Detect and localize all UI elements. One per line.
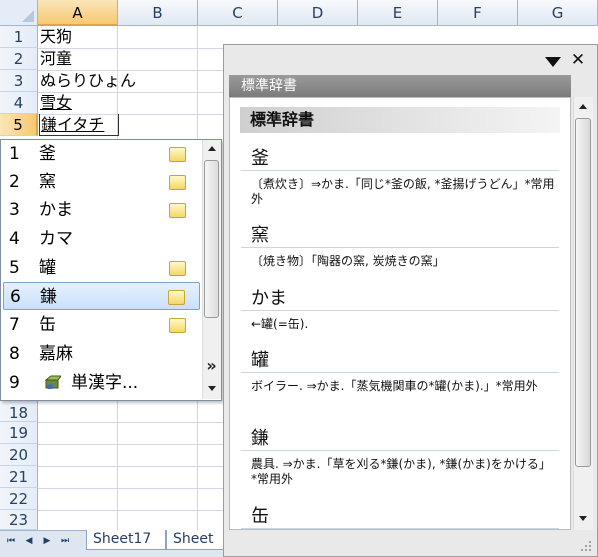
cell-a1[interactable]: 天狗 xyxy=(39,26,72,48)
row-header-19[interactable]: 19 xyxy=(0,422,38,444)
entry-definition: ←罐(=缶). xyxy=(251,317,309,331)
first-sheet-icon[interactable]: ⏮ xyxy=(4,534,18,548)
candidate-text: 嘉麻 xyxy=(39,344,73,364)
candidate-item-9[interactable]: 9 単漢字... xyxy=(3,369,200,397)
column-header-a[interactable]: A xyxy=(38,0,118,26)
candidate-item-2[interactable]: 2 窯 xyxy=(3,168,200,196)
candidate-text: 罐 xyxy=(39,258,56,278)
row-header-5[interactable]: 5 xyxy=(0,114,38,136)
candidate-text: 単漢字... xyxy=(71,373,139,393)
dictionary-heading: 標準辞書 xyxy=(240,107,560,133)
entry-definition: 農具. ⇒かま.「草を刈る*鎌(かま), *鎌(かま)をかける」*常用外 xyxy=(251,457,551,486)
candidate-number: 7 xyxy=(9,315,20,335)
candidate-number: 8 xyxy=(9,344,20,364)
entry-word: 窯 xyxy=(251,225,269,246)
entry-definition: 〔焼き物〕「陶器の窯, 炭焼きの窯」 xyxy=(251,254,445,268)
candidate-item-8[interactable]: 8 嘉麻 xyxy=(3,340,200,368)
row-header-21[interactable]: 21 xyxy=(0,466,38,488)
column-header-d[interactable]: D xyxy=(278,0,358,26)
memo-icon[interactable] xyxy=(169,147,186,162)
next-sheet-icon[interactable]: ▶ xyxy=(40,534,54,548)
select-all-corner[interactable] xyxy=(0,0,38,26)
scroll-up-icon[interactable] xyxy=(579,104,587,109)
entry-word: 罐 xyxy=(251,350,269,371)
candidate-item-6-selected[interactable]: 6 鎌 xyxy=(3,282,200,310)
column-header-e[interactable]: E xyxy=(358,0,438,26)
candidate-number: 9 xyxy=(9,373,20,393)
resize-grip-icon[interactable] xyxy=(578,540,592,552)
last-sheet-icon[interactable]: ⏭ xyxy=(58,534,72,548)
candidate-text: カマ xyxy=(39,229,73,249)
candidate-item-5[interactable]: 5 罐 xyxy=(3,254,200,282)
prev-sheet-icon[interactable]: ◀ xyxy=(22,534,36,548)
expand-candidates-icon[interactable]: » xyxy=(202,356,221,376)
candidate-text: 鎌 xyxy=(40,287,57,307)
column-header-b[interactable]: B xyxy=(118,0,198,26)
candidate-number: 1 xyxy=(9,144,20,164)
memo-icon[interactable] xyxy=(169,203,186,218)
cell-a3[interactable]: ぬらりひょん xyxy=(39,70,136,92)
candidate-item-3[interactable]: 3 かま xyxy=(3,196,200,224)
panel-menu-icon[interactable] xyxy=(545,57,561,67)
row-header-1[interactable]: 1 xyxy=(0,26,38,48)
row-header-22[interactable]: 22 xyxy=(0,488,38,510)
candidate-text: 窯 xyxy=(39,172,56,192)
candidate-number: 3 xyxy=(9,200,20,220)
candidate-number: 2 xyxy=(9,172,20,192)
candidate-number: 6 xyxy=(10,287,21,307)
column-header-c[interactable]: C xyxy=(198,0,278,26)
sheet-tab-sheet[interactable]: Sheet xyxy=(166,530,224,550)
memo-icon[interactable] xyxy=(169,318,186,333)
scroll-down-icon[interactable] xyxy=(579,516,587,521)
entry-word: 鎌 xyxy=(251,428,269,449)
memo-icon[interactable] xyxy=(169,175,186,190)
close-icon[interactable]: ✕ xyxy=(570,52,586,69)
cell-a5-editing[interactable]: 鎌イタチ xyxy=(39,114,119,136)
candidate-item-4[interactable]: 4 カマ xyxy=(3,225,200,253)
dictionary-title-bar: 標準辞書 xyxy=(229,75,571,97)
entry-word: 缶 xyxy=(251,506,269,527)
candidate-text: 缶 xyxy=(39,315,56,335)
row-header-4[interactable]: 4 xyxy=(0,92,38,114)
entry-word: かま xyxy=(251,288,287,309)
row-header-18[interactable]: 18 xyxy=(0,400,38,422)
memo-icon[interactable] xyxy=(169,261,186,276)
dictionary-scroll-thumb[interactable] xyxy=(575,118,591,467)
candidate-number: 4 xyxy=(9,229,20,249)
memo-icon[interactable] xyxy=(168,290,185,305)
candidate-scroll-thumb[interactable] xyxy=(204,160,219,318)
cell-a2[interactable]: 河童 xyxy=(39,48,72,70)
entry-word: 釜 xyxy=(251,148,269,169)
entry-definition: ボイラー. ⇒かま.「蒸気機関車の*罐(かま).」*常用外 xyxy=(251,379,538,393)
scroll-down-icon[interactable] xyxy=(208,386,216,391)
column-header-f[interactable]: F xyxy=(438,0,518,26)
cell-a4[interactable]: 雪女 xyxy=(39,92,72,114)
candidate-text: かま xyxy=(39,200,73,220)
candidate-item-1[interactable]: 1 釜 xyxy=(3,140,200,168)
row-header-20[interactable]: 20 xyxy=(0,444,38,466)
row-header-3[interactable]: 3 xyxy=(0,70,38,92)
single-kanji-icon xyxy=(45,375,61,389)
candidate-text: 釜 xyxy=(39,144,56,164)
entry-definition: 〔煮炊き〕⇒かま.「同じ*釜の飯, *釜揚げうどん」*常用外 xyxy=(251,177,555,206)
sheet-tab-sheet17[interactable]: Sheet17 xyxy=(86,530,166,550)
candidate-item-7[interactable]: 7 缶 xyxy=(3,311,200,339)
candidate-number: 5 xyxy=(9,258,20,278)
row-header-23[interactable]: 23 xyxy=(0,510,38,530)
column-header-g[interactable]: G xyxy=(518,0,598,26)
scroll-up-icon[interactable] xyxy=(208,146,216,151)
row-header-2[interactable]: 2 xyxy=(0,48,38,70)
